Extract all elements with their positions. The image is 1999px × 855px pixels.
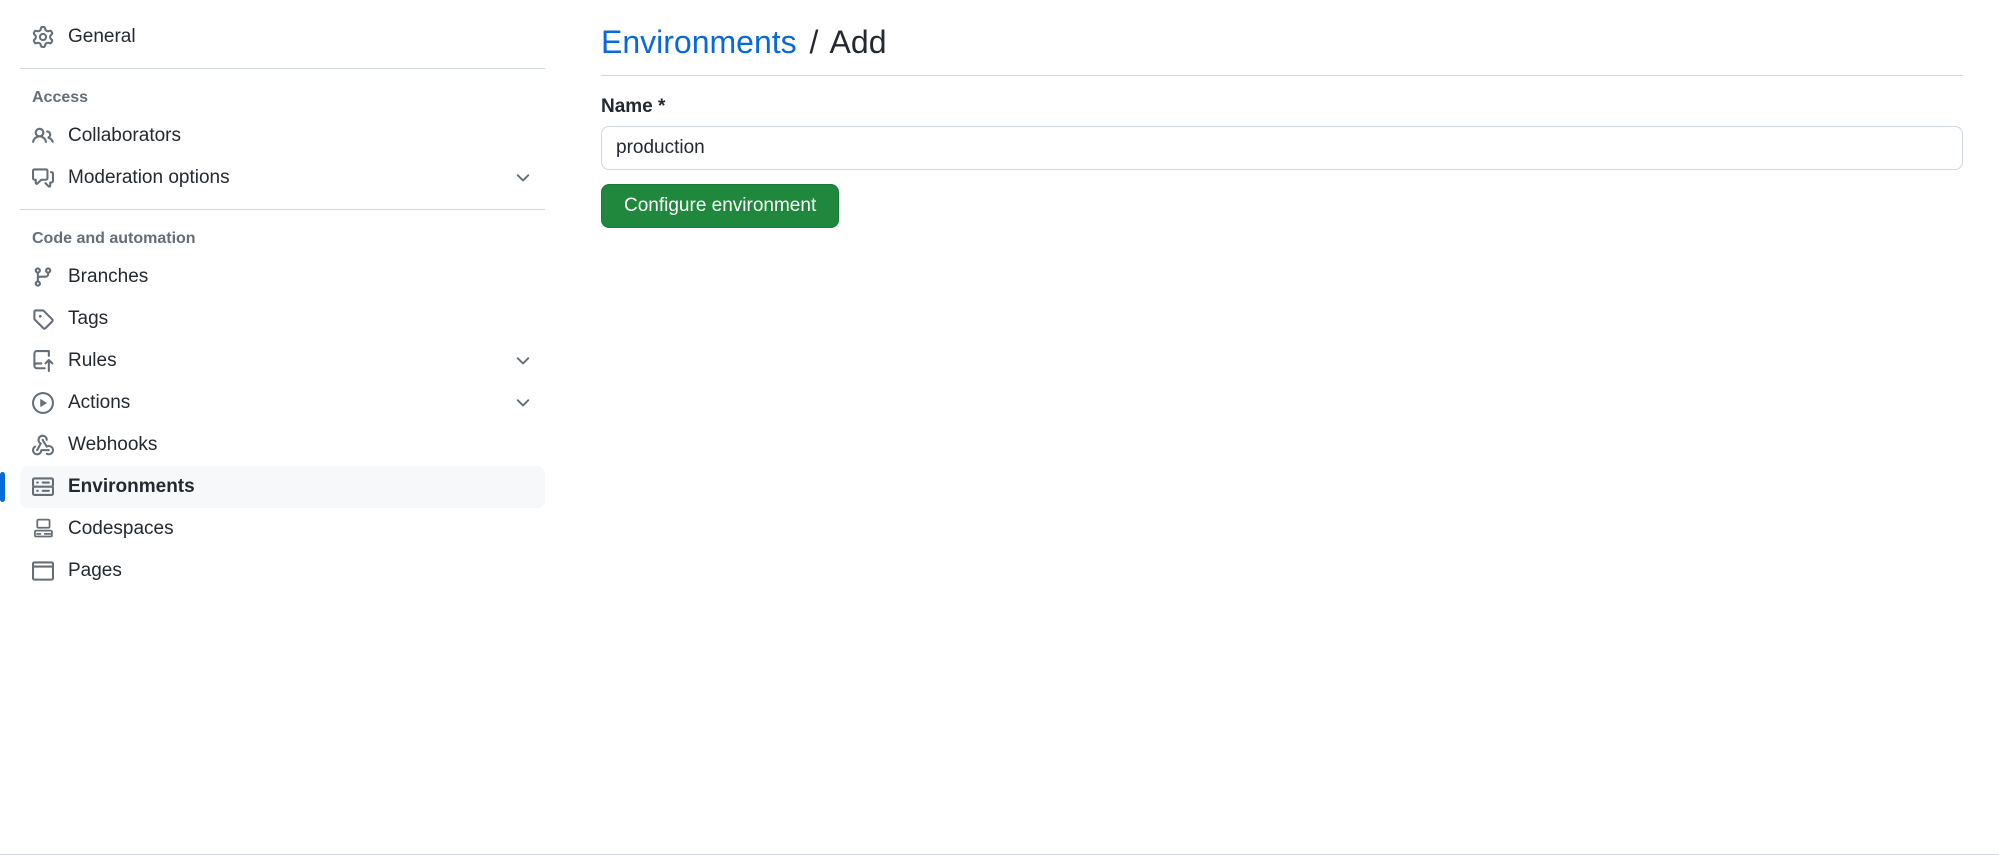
people-icon <box>32 125 54 147</box>
sidebar-item-webhooks[interactable]: Webhooks <box>20 424 545 466</box>
sidebar-item-label: Pages <box>68 560 533 582</box>
sidebar-item-rules[interactable]: Rules <box>20 340 545 382</box>
tag-icon <box>32 308 54 330</box>
breadcrumb-current: Add <box>830 24 887 60</box>
sidebar-item-label: General <box>68 26 533 48</box>
sidebar-item-label: Moderation options <box>68 167 513 189</box>
sidebar-item-environments[interactable]: Environments <box>20 466 545 508</box>
comment-discussion-icon <box>32 167 54 189</box>
sidebar-item-label: Branches <box>68 266 533 288</box>
sidebar-item-label: Environments <box>68 476 533 498</box>
sidebar-item-label: Actions <box>68 392 513 414</box>
sidebar-heading-code: Code and automation <box>20 220 545 256</box>
sidebar-item-label: Rules <box>68 350 513 372</box>
main-content: Environments / Add Name * Configure envi… <box>565 0 1999 855</box>
sidebar-item-actions[interactable]: Actions <box>20 382 545 424</box>
chevron-down-icon <box>513 393 533 413</box>
browser-icon <box>32 560 54 582</box>
configure-environment-button[interactable]: Configure environment <box>601 184 839 228</box>
breadcrumb-parent-link[interactable]: Environments <box>601 24 797 60</box>
sidebar-item-codespaces[interactable]: Codespaces <box>20 508 545 550</box>
divider <box>20 68 545 69</box>
gear-icon <box>32 26 54 48</box>
sidebar-item-branches[interactable]: Branches <box>20 256 545 298</box>
sidebar-item-label: Codespaces <box>68 518 533 540</box>
settings-sidebar: General Access Collaborators Moderation … <box>0 0 565 855</box>
sidebar-item-label: Tags <box>68 308 533 330</box>
git-branch-icon <box>32 266 54 288</box>
breadcrumb: Environments / Add <box>601 24 1963 76</box>
breadcrumb-separator: / <box>810 24 819 60</box>
sidebar-heading-access: Access <box>20 79 545 115</box>
webhook-icon <box>32 434 54 456</box>
chevron-down-icon <box>513 351 533 371</box>
sidebar-item-label: Webhooks <box>68 434 533 456</box>
repo-push-icon <box>32 350 54 372</box>
chevron-down-icon <box>513 168 533 188</box>
play-circle-icon <box>32 392 54 414</box>
sidebar-item-label: Collaborators <box>68 125 533 147</box>
sidebar-item-general[interactable]: General <box>20 16 545 58</box>
sidebar-item-pages[interactable]: Pages <box>20 550 545 592</box>
divider <box>20 209 545 210</box>
sidebar-item-moderation[interactable]: Moderation options <box>20 157 545 199</box>
sidebar-item-collaborators[interactable]: Collaborators <box>20 115 545 157</box>
sidebar-item-tags[interactable]: Tags <box>20 298 545 340</box>
codespaces-icon <box>32 518 54 540</box>
server-icon <box>32 476 54 498</box>
environment-name-input[interactable] <box>601 126 1963 170</box>
name-field-label: Name * <box>601 96 1963 118</box>
